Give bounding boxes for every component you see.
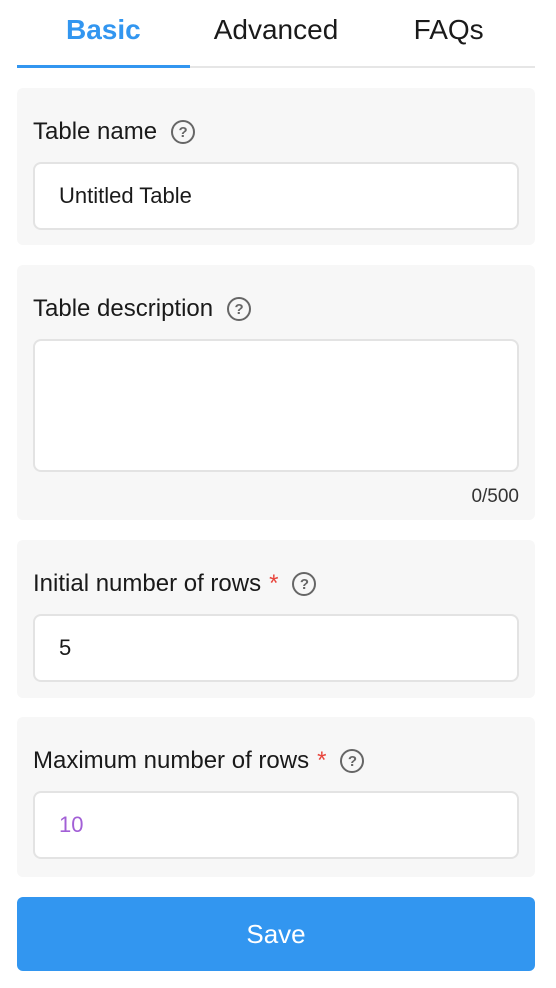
tab-advanced[interactable]: Advanced xyxy=(190,0,363,66)
max-rows-input[interactable] xyxy=(33,791,519,859)
question-circle-icon[interactable]: ? xyxy=(292,572,317,596)
max-rows-label: Maximum number of rows xyxy=(33,747,310,774)
initial-rows-input[interactable] xyxy=(33,614,519,682)
description-char-counter: 0/500 xyxy=(471,486,519,507)
table-description-textarea[interactable] xyxy=(33,339,519,472)
max-rows-label-row: Maximum number of rows * ? xyxy=(33,741,519,781)
initial-rows-label: Initial number of rows xyxy=(33,570,262,597)
question-circle-icon[interactable]: ? xyxy=(171,120,196,144)
tab-bar: Basic Advanced FAQs xyxy=(17,0,535,68)
initial-rows-label-row: Initial number of rows * ? xyxy=(33,564,519,604)
table-description-label-row: Table description ? xyxy=(33,289,519,329)
table-name-card: Table name ? xyxy=(17,88,535,245)
save-button[interactable]: Save xyxy=(17,897,535,971)
initial-rows-card: Initial number of rows * ? xyxy=(17,540,535,698)
table-name-label-row: Table name ? xyxy=(33,112,519,152)
table-description-label: Table description xyxy=(33,295,214,322)
max-rows-card: Maximum number of rows * ? xyxy=(17,717,535,877)
required-asterisk: * xyxy=(269,570,279,597)
table-description-card: Table description ? 0/500 xyxy=(17,265,535,520)
tab-faqs[interactable]: FAQs xyxy=(362,0,535,66)
tab-basic[interactable]: Basic xyxy=(17,0,190,68)
required-asterisk: * xyxy=(317,747,327,774)
table-name-label: Table name xyxy=(33,118,158,145)
table-name-input[interactable] xyxy=(33,162,519,230)
question-circle-icon[interactable]: ? xyxy=(227,297,252,321)
question-circle-icon[interactable]: ? xyxy=(340,749,365,773)
